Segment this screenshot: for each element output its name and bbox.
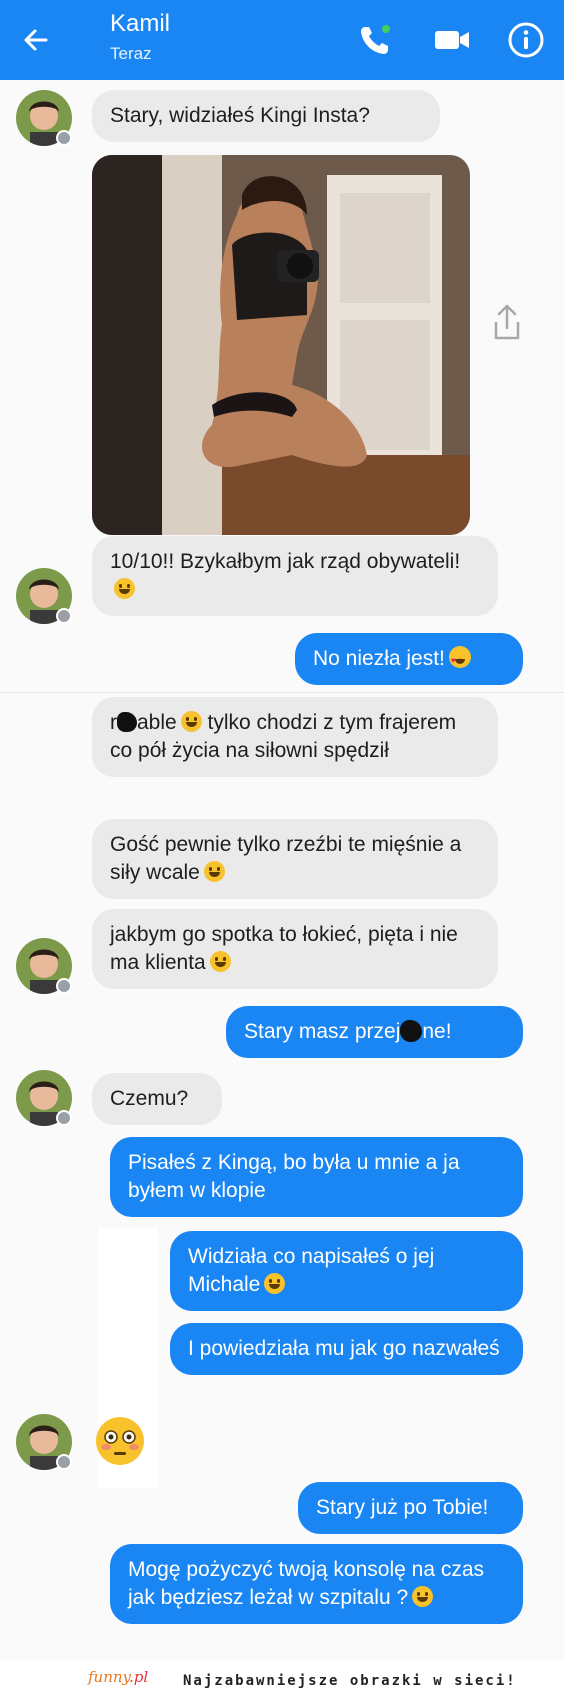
contact-name[interactable]: Kamil [110, 10, 170, 38]
divider [0, 692, 564, 693]
grinning-emoji-icon [264, 1273, 286, 1294]
shared-photo[interactable] [92, 155, 470, 535]
grinning-emoji-icon [114, 578, 135, 599]
incoming-message[interactable]: Stary, widziałeś Kingi Insta? [92, 90, 440, 142]
incoming-message[interactable]: jakbym go spotka to łokieć, pięta i nie … [92, 909, 498, 989]
message-text: Gość pewnie tylko rzeźbi te mięśnie a si… [110, 833, 462, 884]
incoming-message[interactable]: r able tylko chodzi z tym frajerem co pół… [92, 697, 498, 777]
flushed-emoji-icon[interactable] [94, 1415, 146, 1467]
messenger-badge-icon [56, 1454, 72, 1470]
outgoing-message[interactable]: I powiedziała mu jak go nazwałeś [170, 1323, 523, 1375]
message-text-start: r [110, 711, 117, 734]
message-text: Stary, widziałeś Kingi Insta? [110, 104, 370, 127]
incoming-message[interactable]: Czemu? [92, 1073, 222, 1125]
message-text-start: Stary masz przej [244, 1020, 401, 1043]
message-text-end: ne! [422, 1020, 452, 1043]
message-text: Stary już po Tobie! [316, 1496, 489, 1519]
contact-status: Teraz [110, 44, 152, 63]
grinning-emoji-icon [203, 861, 225, 882]
outgoing-message[interactable]: No niezła jest! [295, 633, 523, 685]
grinning-emoji-icon [209, 951, 231, 972]
grinning-emoji-icon [180, 711, 202, 732]
grinning-emoji-icon [412, 1586, 434, 1607]
message-text: Czemu? [110, 1087, 189, 1110]
message-text: Pisałeś z Kingą, bo była u mnie a ja był… [128, 1151, 460, 1202]
messenger-badge-icon [56, 978, 72, 994]
incoming-message[interactable]: 10/10!! Bzykałbym jak rząd obywateli! [92, 536, 498, 616]
messenger-badge-icon [56, 130, 72, 146]
share-icon[interactable] [490, 302, 524, 342]
video-camera-icon[interactable] [432, 20, 472, 60]
outgoing-message[interactable]: Widziała co napisałeś o jej Michale [170, 1231, 523, 1311]
message-text: I powiedziała mu jak go nazwałeś [188, 1337, 500, 1360]
incoming-message[interactable]: Gość pewnie tylko rzeźbi te mięśnie a si… [92, 819, 498, 899]
messenger-badge-icon [56, 608, 72, 624]
message-text-end: able [137, 711, 177, 734]
messenger-badge-icon [56, 1110, 72, 1126]
outgoing-message[interactable]: Stary masz przej ne! [226, 1006, 523, 1058]
site-logo: funny.pl [88, 1668, 149, 1686]
outgoing-message[interactable]: Stary już po Tobie! [298, 1482, 523, 1534]
message-thread[interactable]: Stary, widziałeś Kingi Insta? 10/10!! Bz… [0, 80, 564, 1660]
chat-header: Kamil Teraz [0, 0, 564, 80]
outgoing-message[interactable]: Mogę pożyczyć twoją konsolę na czas jak … [110, 1544, 523, 1624]
outgoing-message[interactable]: Pisałeś z Kingą, bo była u mnie a ja był… [110, 1137, 523, 1217]
site-tagline: Najzabawniejsze obrazki w sieci! [183, 1673, 517, 1689]
message-text: Widziała co napisałeś o jej Michale [188, 1245, 435, 1296]
scribble-censor [400, 1020, 423, 1042]
heart-eyes-emoji-icon [448, 646, 471, 675]
phone-icon[interactable] [355, 20, 395, 60]
info-icon[interactable] [506, 20, 546, 60]
scribble-censor [117, 712, 137, 732]
message-text: No niezła jest! [313, 647, 445, 670]
back-arrow-icon[interactable] [18, 22, 54, 58]
message-text: 10/10!! Bzykałbym jak rząd obywateli! [110, 550, 461, 573]
message-text: jakbym go spotka to łokieć, pięta i nie … [110, 923, 458, 974]
watermark-footer: funny.pl Najzabawniejsze obrazki w sieci… [0, 1660, 564, 1704]
